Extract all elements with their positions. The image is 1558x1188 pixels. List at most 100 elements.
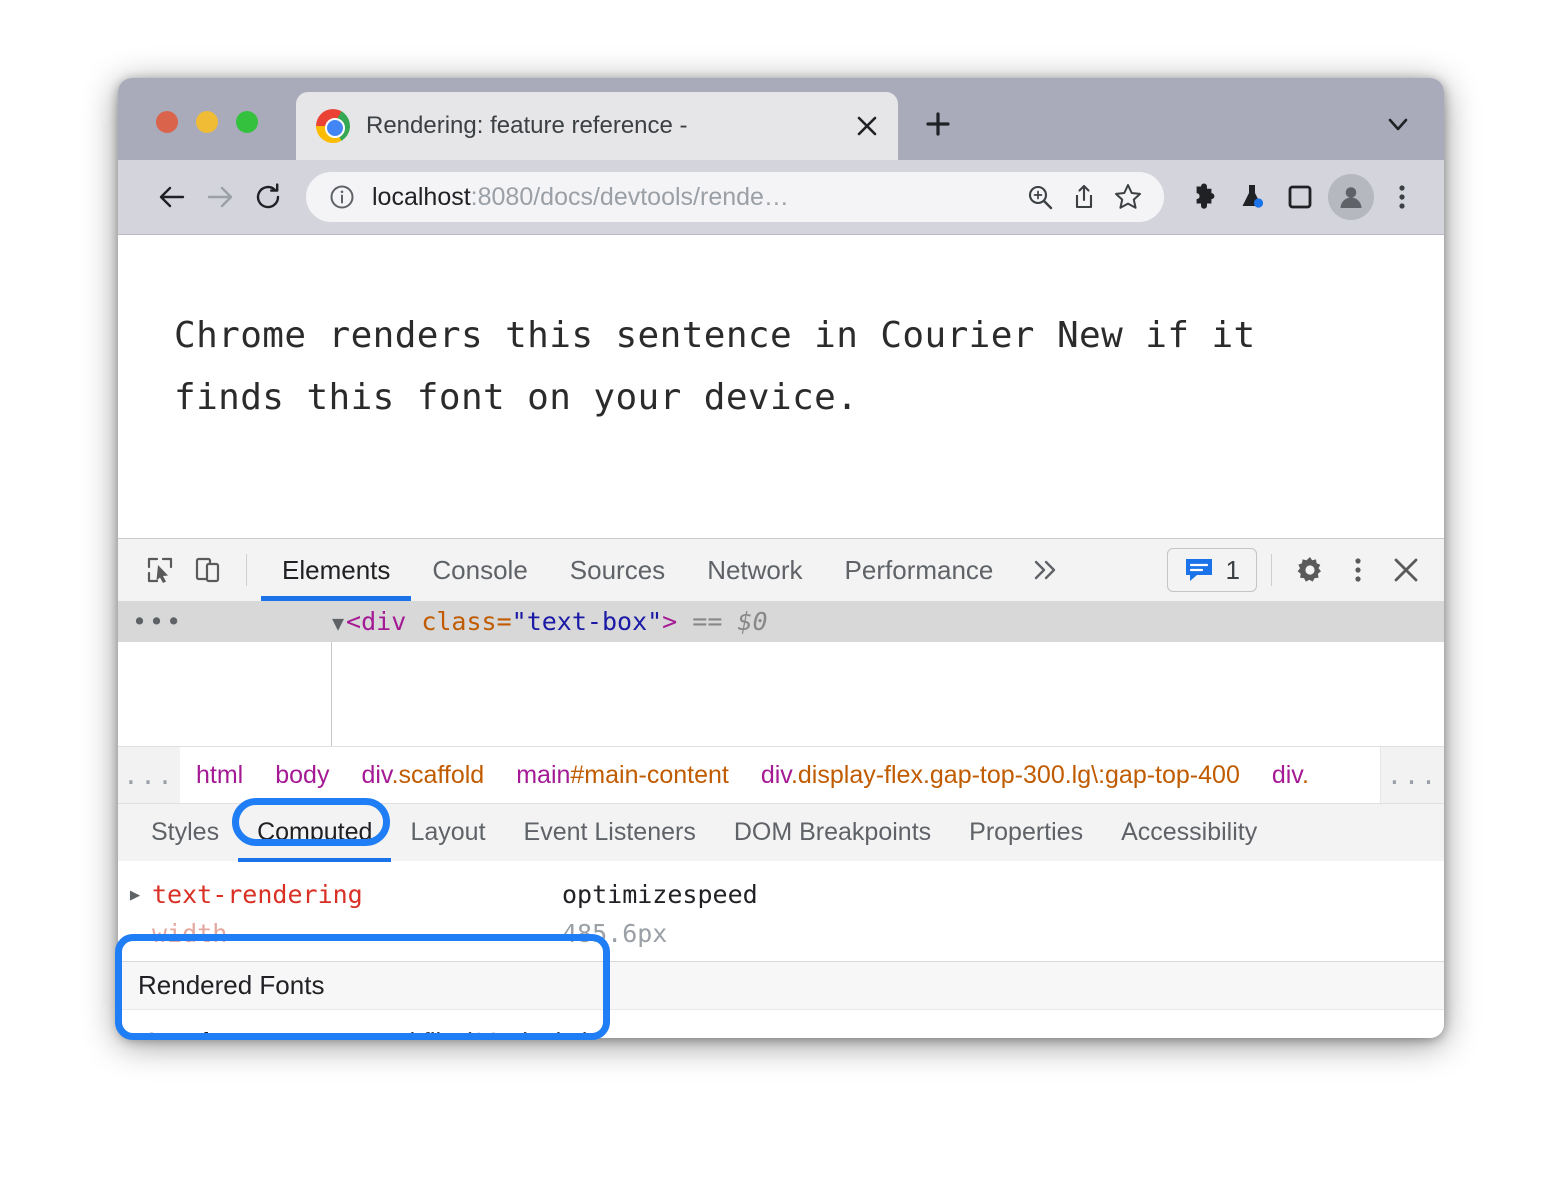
expand-triangle-icon[interactable]: ▼ [332,611,344,635]
computed-property-name: width [152,919,562,948]
dom-attr-value: "text-box" [512,607,663,636]
breadcrumb-item-div-scaffold-class: .scaffold [392,761,485,789]
issues-badge[interactable]: 1 [1167,548,1257,592]
gear-icon[interactable] [1286,546,1334,594]
breadcrumb-overflow-left[interactable]: ... [118,747,180,803]
minimize-window-button[interactable] [196,111,218,133]
dom-dollar-zero: $0 [737,607,767,636]
tab-sources[interactable]: Sources [549,539,686,601]
dom-indent-guide [331,642,332,746]
tab-styles-label: Styles [151,818,219,847]
star-icon[interactable] [1106,175,1150,219]
expand-arrow-icon[interactable]: ▶ [118,885,152,905]
dom-tag-close-bracket: > [662,607,677,636]
tab-strip: Rendering: feature reference - [118,78,1444,160]
rendered-fonts-header[interactable]: Rendered Fonts [118,962,1444,1010]
tab-styles[interactable]: Styles [132,804,238,862]
new-tab-button[interactable] [918,104,958,144]
breadcrumb-item-div-truncated-tag: div [1272,761,1302,789]
tab-computed-label: Computed [257,818,372,847]
chevrons-right-icon[interactable] [1020,546,1070,594]
breadcrumb-item-div-display-flex-tag: div [761,761,791,789]
tab-elements[interactable]: Elements [261,539,411,601]
tab-accessibility-label: Accessibility [1121,818,1257,847]
computed-property-row[interactable]: ▶ text-rendering optimizespeed [118,875,1444,914]
tab-layout[interactable]: Layout [391,804,504,862]
browser-window: Rendering: feature reference - [118,78,1444,1038]
maximize-window-button[interactable] [236,111,258,133]
tab-properties[interactable]: Properties [950,804,1102,862]
tab-accessibility[interactable]: Accessibility [1102,804,1276,862]
dom-node-selected[interactable]: ••• ▼<div class="text-box"> == $0 [118,601,1444,642]
tab-elements-label: Elements [282,555,390,586]
tab-event-listeners-label: Event Listeners [524,818,696,847]
breadcrumb-item-main-content[interactable]: main#main-content [500,761,745,790]
flask-icon[interactable] [1228,173,1276,221]
breadcrumb-item-body-tag: body [275,761,329,789]
dom-node-children: "Chrome renders this sentence in Courier… [118,642,1444,746]
breadcrumb-item-html-tag: html [196,761,243,789]
rendered-fonts-section: Rendered Fonts Courier New — Local file … [118,961,1444,1038]
rendered-fonts-entry: Courier New — Local file (80 glyphs) [118,1010,1444,1038]
tab-computed[interactable]: Computed [238,804,391,862]
url-path: :8080/docs/devtools/rende… [471,183,789,211]
breadcrumb-item-div-display-flex[interactable]: div.display-flex.gap-top-300.lg\:gap-top… [745,761,1256,790]
toolbar-divider [246,554,247,586]
tab-performance[interactable]: Performance [824,539,1015,601]
rendered-font-name: Courier New [142,1027,295,1039]
url-host: localhost [372,183,471,211]
breadcrumb-item-html[interactable]: html [180,761,259,790]
computed-property-value: 485.6px [562,919,667,948]
close-x-icon[interactable] [1382,546,1430,594]
chevron-down-icon[interactable] [1378,104,1418,144]
browser-toolbar: localhost:8080/docs/devtools/rende… [118,160,1444,235]
breadcrumb-item-main-content-class: #main-content [570,761,728,789]
side-panel-icon[interactable] [1276,173,1324,221]
dom-equals-marker: == [692,607,722,636]
tab-layout-label: Layout [410,818,485,847]
forward-arrow-icon[interactable] [196,173,244,221]
three-dot-menu-icon[interactable] [1334,546,1382,594]
person-avatar-icon[interactable] [1328,174,1374,220]
breadcrumb-overflow-right[interactable]: ... [1380,747,1444,803]
rendered-font-source: Local file (80 glyphs) [353,1027,591,1039]
address-bar[interactable]: localhost:8080/docs/devtools/rende… [306,172,1164,222]
breadcrumb-item-div-display-flex-class: .display-flex.gap-top-300.lg\:gap-top-40… [791,761,1240,789]
tab-dom-breakpoints[interactable]: DOM Breakpoints [715,804,950,862]
inspect-cursor-icon[interactable] [136,546,184,594]
breadcrumb-item-div-scaffold[interactable]: div.scaffold [345,761,500,790]
device-toggle-icon[interactable] [184,546,232,594]
dom-node-markup: ▼<div class="text-box"> == $0 [332,607,768,636]
issues-message-icon [1184,557,1214,583]
puzzle-piece-icon[interactable] [1180,173,1228,221]
dom-tree: ••• ▼<div class="text-box"> == $0 "Chrom… [118,601,1444,746]
info-circle-icon[interactable] [328,183,356,211]
back-arrow-icon[interactable] [148,173,196,221]
close-window-button[interactable] [156,111,178,133]
devtools-tabbar: Elements Console Sources Network Perform… [118,539,1444,601]
address-bar-url: localhost:8080/docs/devtools/rende… [372,183,1018,212]
tab-console[interactable]: Console [411,539,548,601]
computed-property-row[interactable]: width 485.6px [118,914,1444,953]
issues-count: 1 [1226,555,1240,586]
tab-event-listeners[interactable]: Event Listeners [505,804,715,862]
tab-network[interactable]: Network [686,539,823,601]
zoom-in-icon[interactable] [1018,175,1062,219]
dom-tag-name: div [361,607,406,636]
dom-tag-open-bracket: < [346,607,361,636]
tab-console-label: Console [432,555,527,586]
breadcrumb-item-div-truncated[interactable]: div. [1256,761,1325,790]
three-dot-menu-icon[interactable] [1378,173,1426,221]
dom-attr-equals: = [497,607,512,636]
tab-network-label: Network [707,555,802,586]
rendered-font-separator: — [311,1027,337,1039]
reload-icon[interactable] [244,173,292,221]
breadcrumb: ... html body div.scaffold main#main-con… [118,746,1444,803]
breadcrumb-item-body[interactable]: body [259,761,345,790]
toolbar-divider-2 [1271,554,1272,586]
share-icon[interactable] [1062,175,1106,219]
rendered-sentence-line-1: Chrome renders this sentence in Courier … [174,305,1388,367]
rendered-sentence-line-2: finds this font on your device. [174,367,1388,429]
close-icon[interactable] [852,111,882,141]
browser-tab-active[interactable]: Rendering: feature reference - [296,92,898,160]
